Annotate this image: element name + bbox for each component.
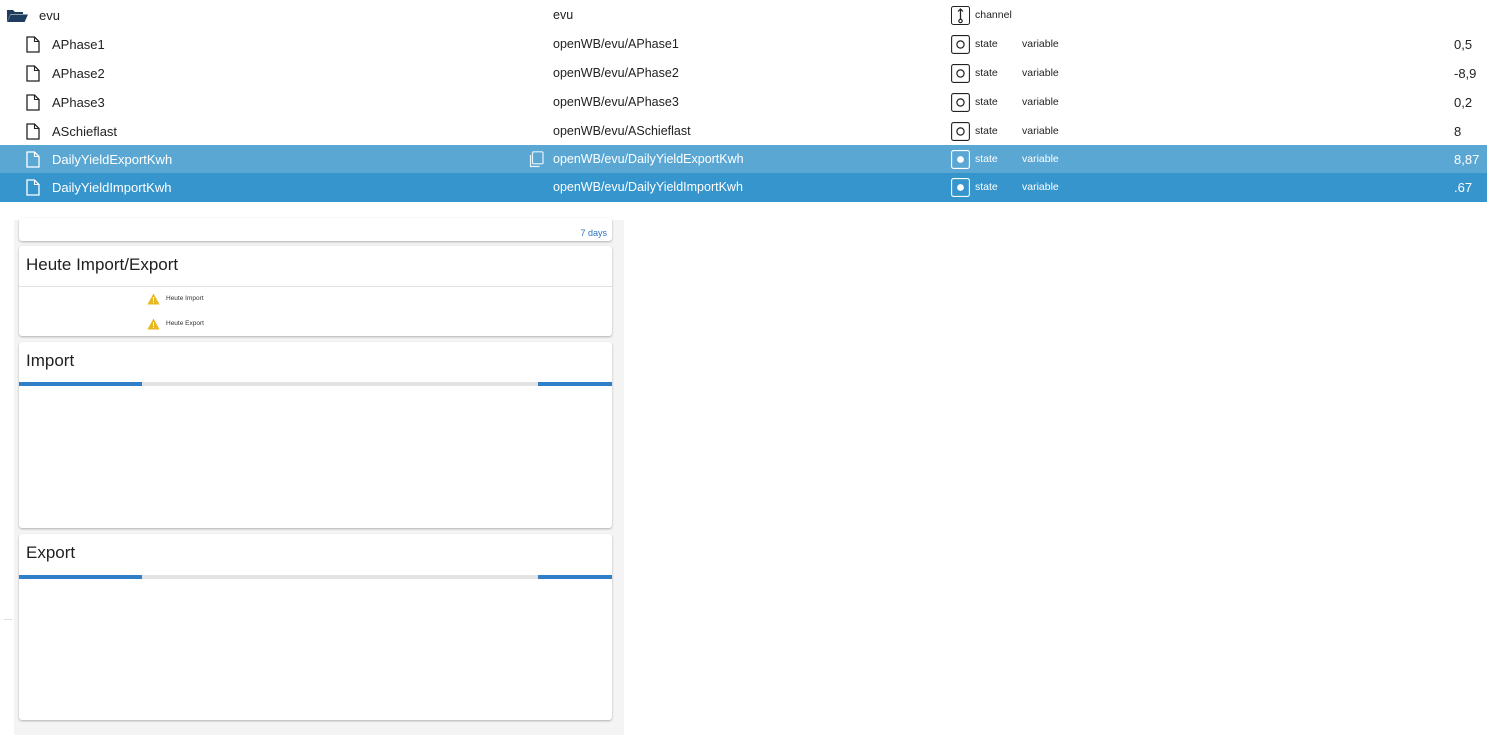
copy-icon[interactable] (528, 151, 544, 168)
progress-segment-left (19, 382, 142, 386)
tree-row-state[interactable]: DailyYieldImportKwh openWB/evu/DailyYield… (0, 173, 1487, 202)
tree-item-type: state (975, 125, 998, 137)
state-icon (951, 35, 970, 54)
card-title: Import (26, 351, 75, 370)
tree-row-state[interactable]: APhase3 openWB/evu/APhase3 state variable 0,… (0, 88, 1487, 117)
tree-item-role: variable (1022, 67, 1059, 79)
tree-item-type: state (975, 96, 998, 108)
tree-item-name: APhase1 (52, 37, 105, 52)
tree-item-value: 8 (1454, 124, 1462, 139)
file-icon[interactable] (26, 179, 40, 196)
tree-item-role: variable (1022, 38, 1059, 50)
entry-label: Heute Export (166, 320, 204, 327)
tree-item-name: APhase2 (52, 66, 105, 81)
tree-row-state[interactable]: APhase1 openWB/evu/APhase1 state variable 0,… (0, 30, 1487, 59)
tree-item-type: state (975, 181, 998, 193)
previous-card: 7 days (19, 218, 612, 241)
tree-item-id: openWB/evu/APhase2 (553, 66, 679, 80)
file-icon[interactable] (26, 36, 40, 53)
progress-segment-right (538, 382, 612, 386)
tree-item-type: state (975, 153, 998, 165)
card-title: Heute Import/Export (26, 255, 179, 274)
tree-item-id: openWB/evu/APhase1 (553, 37, 679, 51)
tree-row-state[interactable]: DailyYieldExportKwh openWB/evu/DailyYield… (0, 145, 1487, 174)
tree-item-id: openWB/evu/DailyYieldExportKwh (553, 152, 744, 166)
tree-item-type: state (975, 38, 998, 50)
state-icon (951, 178, 970, 197)
state-icon (951, 150, 970, 169)
days-link[interactable]: 7 days (580, 228, 607, 238)
state-icon (951, 93, 970, 112)
state-icon (951, 122, 970, 141)
tree-item-role: variable (1022, 181, 1059, 193)
object-tree: evu evu channel APhase1 openWB/evu/APhase… (0, 0, 1487, 202)
tree-item-value: -8,9 (1454, 66, 1477, 81)
tree-row-folder-evu[interactable]: evu evu channel (0, 1, 1487, 30)
folder-open-icon[interactable] (6, 8, 29, 23)
tree-item-type: state (975, 67, 998, 79)
loading-progress-bar (19, 382, 612, 386)
tree-row-state[interactable]: APhase2 openWB/evu/APhase2 state variable -8… (0, 59, 1487, 88)
today-import-export-card: Heute Import/Export Heute Import Heute E… (19, 246, 612, 336)
channel-icon (951, 6, 970, 25)
tree-item-id: evu (553, 8, 574, 22)
progress-segment-right (538, 575, 612, 579)
tree-item-name: DailyYieldImportKwh (52, 180, 172, 195)
card-divider (19, 286, 612, 287)
progress-segment-left (19, 575, 142, 579)
tree-item-role: variable (1022, 96, 1059, 108)
tree-item-role: variable (1022, 125, 1059, 137)
warning-icon (147, 318, 160, 330)
tree-item-value: 0,2 (1454, 95, 1473, 110)
file-icon[interactable] (26, 94, 40, 111)
loading-progress-bar (19, 575, 612, 579)
tree-item-type: channel (975, 9, 1012, 21)
tree-item-id: openWB/evu/DailyYieldImportKwh (553, 180, 743, 194)
file-icon[interactable] (26, 123, 40, 140)
entry-label: Heute Import (166, 295, 204, 302)
tree-item-role: variable (1022, 153, 1059, 165)
tree-item-name: DailyYieldExportKwh (52, 152, 173, 167)
tree-item-name: APhase3 (52, 95, 105, 110)
tree-item-name: ASchieflast (52, 124, 118, 139)
dashboard-preview: 7 days Heute Import/Export Heute Import … (14, 218, 624, 735)
tree-item-id: openWB/evu/APhase3 (553, 95, 679, 109)
tree-item-id: openWB/evu/ASchieflast (553, 124, 691, 138)
import-card: Import (19, 342, 612, 528)
warning-icon (147, 293, 160, 305)
tree-item-value: 8,87 (1454, 152, 1480, 167)
card-title: Export (26, 543, 76, 562)
file-icon[interactable] (26, 151, 40, 168)
divider-tick (4, 619, 12, 620)
state-icon (951, 64, 970, 83)
tree-item-name: evu (39, 8, 60, 23)
tree-item-value: 0,5 (1454, 37, 1473, 52)
tree-row-state[interactable]: ASchieflast openWB/evu/ASchieflast state va… (0, 117, 1487, 146)
tree-item-value: .67 (1454, 180, 1473, 195)
file-icon[interactable] (26, 65, 40, 82)
export-card: Export (19, 534, 612, 720)
